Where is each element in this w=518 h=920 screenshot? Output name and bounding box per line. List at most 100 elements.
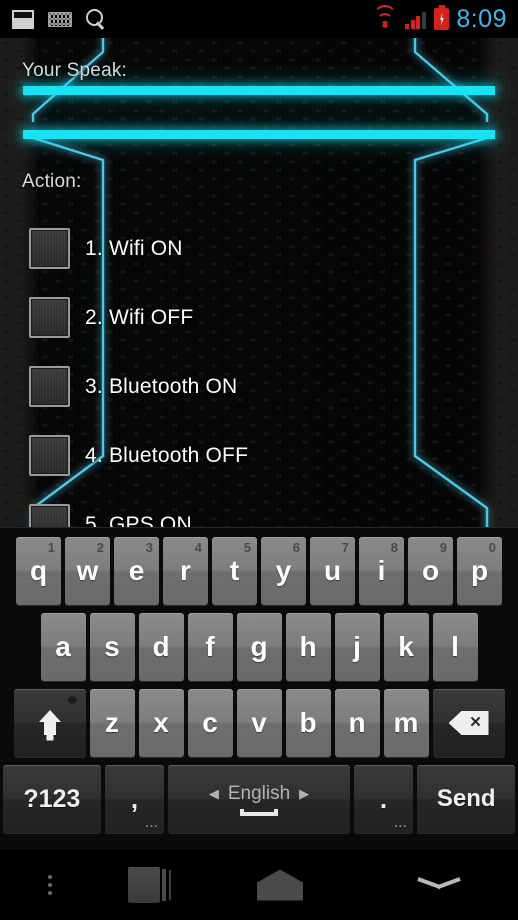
home-icon: [257, 869, 303, 901]
shift-arrow-icon: [34, 708, 66, 738]
key-number-hint: 8: [390, 540, 398, 555]
key-label: i: [377, 555, 386, 586]
key-i[interactable]: 8 i: [359, 537, 404, 605]
key-label: g: [250, 631, 268, 662]
key-y[interactable]: 6 y: [261, 537, 306, 605]
next-language-icon[interactable]: ▶: [299, 786, 309, 802]
spacebar-icon: [240, 808, 278, 816]
android-screen: 8:09 Your Speak: Action: 1. Wifi ON 2. W…: [0, 0, 518, 920]
list-item[interactable]: 1. Wifi ON: [0, 214, 518, 283]
period-key[interactable]: . ...: [353, 765, 414, 833]
key-label: y: [275, 555, 292, 586]
key-more-hint: ...: [145, 816, 159, 830]
key-u[interactable]: 7 u: [310, 537, 355, 605]
list-item-label: 2. Wifi OFF: [85, 305, 194, 329]
checkbox[interactable]: [29, 435, 70, 476]
key-label: s: [104, 631, 120, 662]
key-e[interactable]: 3 e: [114, 537, 159, 605]
key-r[interactable]: 4 r: [163, 537, 208, 605]
key-z[interactable]: z: [89, 689, 135, 757]
symbols-key[interactable]: ?123: [3, 765, 101, 833]
list-item[interactable]: 4. Bluetooth OFF: [0, 421, 518, 490]
key-l[interactable]: l: [432, 613, 478, 681]
keyboard-row-3: z x c v b n m ✕: [0, 685, 518, 761]
checkbox[interactable]: [29, 228, 70, 269]
space-language-switcher[interactable]: ◀ English ▶: [209, 783, 309, 805]
keyboard-row-1: 1 q 2 w 3 e 4 r 5 t 6 y 7 u 8 i 9 o 0 p: [0, 533, 518, 609]
key-n[interactable]: n: [334, 689, 380, 757]
key-b[interactable]: b: [285, 689, 331, 757]
action-label: Action:: [22, 171, 82, 192]
list-item[interactable]: 3. Bluetooth ON: [0, 352, 518, 421]
space-key[interactable]: ◀ English ▶: [168, 765, 350, 833]
key-label: k: [398, 631, 414, 662]
status-bar-notifications: [0, 9, 106, 29]
key-label: r: [180, 555, 191, 586]
checkbox[interactable]: [29, 297, 70, 338]
key-label: b: [299, 707, 317, 738]
key-label: q: [29, 555, 48, 586]
key-number-hint: 0: [488, 540, 496, 555]
key-label: u: [323, 555, 342, 586]
status-bar-clock: 8:09: [456, 4, 507, 33]
key-label: h: [299, 631, 317, 662]
key-w[interactable]: 2 w: [65, 537, 110, 605]
key-label: p: [470, 555, 489, 586]
keyboard-row-2: a s d f g h j k l: [0, 609, 518, 685]
comma-key[interactable]: , ...: [104, 765, 165, 833]
key-label: ,: [130, 783, 139, 814]
secondary-input[interactable]: [23, 130, 495, 139]
checkbox[interactable]: [29, 366, 70, 407]
hide-keyboard-button[interactable]: [360, 850, 518, 920]
key-a[interactable]: a: [40, 613, 86, 681]
app-content: Your Speak: Action: 1. Wifi ON 2. Wifi O…: [0, 38, 518, 527]
overflow-menu-button[interactable]: [0, 850, 100, 920]
key-v[interactable]: v: [236, 689, 282, 757]
backspace-key[interactable]: ✕: [432, 689, 505, 757]
key-label: x: [153, 707, 169, 738]
key-number-hint: 1: [47, 540, 55, 555]
wifi-icon: [372, 5, 398, 29]
key-label: v: [251, 707, 267, 738]
key-label: e: [128, 555, 145, 586]
shift-key[interactable]: [13, 689, 86, 757]
soft-keyboard: 1 q 2 w 3 e 4 r 5 t 6 y 7 u 8 i 9 o 0 p …: [0, 527, 518, 850]
key-label: z: [105, 707, 119, 738]
key-number-hint: 7: [341, 540, 349, 555]
recent-apps-button[interactable]: [100, 850, 200, 920]
list-item-label: 4. Bluetooth OFF: [85, 443, 249, 467]
key-m[interactable]: m: [383, 689, 429, 757]
key-g[interactable]: g: [236, 613, 282, 681]
speak-input[interactable]: [23, 86, 495, 95]
home-button[interactable]: [200, 850, 360, 920]
key-s[interactable]: s: [89, 613, 135, 681]
key-x[interactable]: x: [138, 689, 184, 757]
key-number-hint: 2: [96, 540, 104, 555]
key-t[interactable]: 5 t: [212, 537, 257, 605]
list-item[interactable]: 5. GPS ON: [0, 490, 518, 527]
key-o[interactable]: 9 o: [408, 537, 453, 605]
prev-language-icon[interactable]: ◀: [209, 786, 219, 802]
key-c[interactable]: c: [187, 689, 233, 757]
photo-icon: [12, 9, 34, 29]
list-item[interactable]: 2. Wifi OFF: [0, 283, 518, 352]
list-item-label: 5. GPS ON: [85, 512, 192, 528]
speak-label: Your Speak:: [22, 60, 128, 81]
keyboard-row-4: ?123 , ... ◀ English ▶ . ... Send: [0, 761, 518, 837]
key-label: j: [353, 631, 361, 662]
key-number-hint: 9: [439, 540, 447, 555]
key-d[interactable]: d: [138, 613, 184, 681]
key-more-hint: ...: [394, 816, 408, 830]
status-bar-system: 8:09: [372, 5, 518, 34]
key-k[interactable]: k: [383, 613, 429, 681]
key-j[interactable]: j: [334, 613, 380, 681]
key-label: ?123: [23, 784, 81, 813]
key-p[interactable]: 0 p: [457, 537, 502, 605]
key-f[interactable]: f: [187, 613, 233, 681]
send-key[interactable]: Send: [417, 765, 516, 833]
key-label: n: [348, 707, 366, 738]
key-h[interactable]: h: [285, 613, 331, 681]
action-list: 1. Wifi ON 2. Wifi OFF 3. Bluetooth ON 4…: [0, 214, 518, 527]
key-q[interactable]: 1 q: [16, 537, 61, 605]
checkbox[interactable]: [29, 504, 70, 527]
